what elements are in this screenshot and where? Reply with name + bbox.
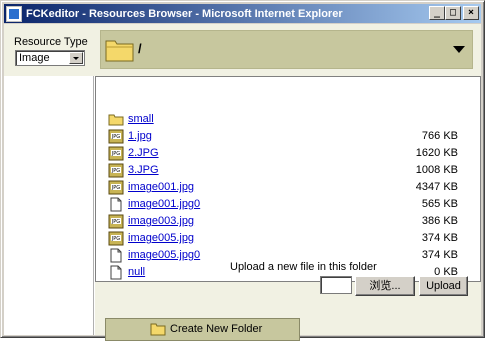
file-list: small JPG 1.jpg 766 KB JPG 2.JPG 1620 KB JPG 3.J… [95, 76, 481, 282]
browse-button[interactable]: 浏览... [355, 276, 415, 296]
file-name-link[interactable]: 2.JPG [128, 147, 159, 159]
file-row[interactable]: JPG image005.jpg 374 KB [108, 230, 458, 247]
resource-type-panel: Resource Type Image [4, 24, 94, 76]
resource-type-value: Image [19, 52, 50, 64]
file-row[interactable]: image001.jpg0 565 KB [108, 196, 458, 213]
svg-text:JPG: JPG [111, 168, 120, 174]
svg-text:JPG: JPG [111, 236, 120, 242]
chevron-down-icon[interactable] [69, 52, 83, 64]
file-row[interactable]: JPG 3.JPG 1008 KB [108, 162, 458, 179]
file-name-link[interactable]: image005.jpg0 [128, 249, 200, 261]
close-button[interactable]: × [463, 6, 479, 20]
folder-icon [150, 323, 166, 336]
upload-file-input[interactable] [320, 276, 352, 294]
file-row[interactable]: JPG image001.jpg 4347 KB [108, 179, 458, 196]
jpg-file-icon: JPG [108, 163, 124, 178]
browser-window: FCKeditor - Resources Browser - Microsof… [0, 0, 485, 341]
svg-text:JPG: JPG [111, 219, 120, 225]
svg-text:JPG: JPG [111, 134, 120, 140]
current-folder-path: / [138, 41, 142, 56]
folder-tree-panel [4, 76, 94, 335]
file-size: 386 KB [421, 215, 458, 227]
file-size: 4347 KB [415, 181, 458, 193]
minimize-button[interactable]: _ [429, 6, 445, 20]
resources-browser: Resource Type Image / small JPG 1.jpg 766 K… [4, 24, 481, 341]
file-size: 1008 KB [415, 164, 458, 176]
right-pane: small JPG 1.jpg 766 KB JPG 2.JPG 1620 KB JPG 3.J… [95, 76, 481, 341]
jpg-file-icon: JPG [108, 129, 124, 144]
resource-type-label: Resource Type [14, 36, 88, 48]
file-row[interactable]: small [108, 111, 458, 128]
generic-file-icon [108, 248, 124, 263]
file-name-link[interactable]: image001.jpg0 [128, 198, 200, 210]
jpg-file-icon: JPG [108, 231, 124, 246]
jpg-file-icon: JPG [108, 180, 124, 195]
upload-button[interactable]: Upload [419, 276, 468, 296]
file-row[interactable]: JPG 2.JPG 1620 KB [108, 145, 458, 162]
file-size: 374 KB [421, 232, 458, 244]
generic-file-icon [108, 197, 124, 212]
file-row[interactable]: JPG 1.jpg 766 KB [108, 128, 458, 145]
maximize-button[interactable]: □ [445, 6, 461, 20]
file-name-link[interactable]: image003.jpg [128, 215, 194, 227]
file-row[interactable]: JPG image003.jpg 386 KB [108, 213, 458, 230]
file-name-link[interactable]: image005.jpg [128, 232, 194, 244]
file-size: 766 KB [421, 130, 458, 142]
current-folder-header: / [94, 24, 481, 76]
file-name-link[interactable]: null [128, 266, 145, 278]
file-name-link[interactable]: image001.jpg [128, 181, 194, 193]
ie-window-icon [6, 5, 22, 22]
create-new-folder-label: Create New Folder [170, 323, 263, 335]
svg-text:JPG: JPG [111, 185, 120, 191]
jpg-file-icon: JPG [108, 146, 124, 161]
folder-icon [108, 112, 124, 127]
file-size: 374 KB [421, 249, 458, 261]
svg-text:JPG: JPG [111, 151, 120, 157]
upload-label: Upload a new file in this folder [230, 261, 377, 273]
current-folder-bar[interactable]: / [100, 30, 473, 69]
file-name-link[interactable]: 1.jpg [128, 130, 152, 142]
folder-open-icon [105, 40, 134, 62]
jpg-file-icon: JPG [108, 214, 124, 229]
file-size: 565 KB [421, 198, 458, 210]
file-size: 1620 KB [415, 147, 458, 159]
resource-type-select[interactable]: Image [15, 50, 85, 66]
title-bar: FCKeditor - Resources Browser - Microsof… [4, 4, 481, 23]
file-name-link[interactable]: 3.JPG [128, 164, 159, 176]
window-title: FCKeditor - Resources Browser - Microsof… [26, 7, 343, 20]
generic-file-icon [108, 265, 124, 280]
file-name-link[interactable]: small [128, 113, 154, 125]
folder-dropdown-arrow-icon[interactable] [453, 46, 465, 53]
